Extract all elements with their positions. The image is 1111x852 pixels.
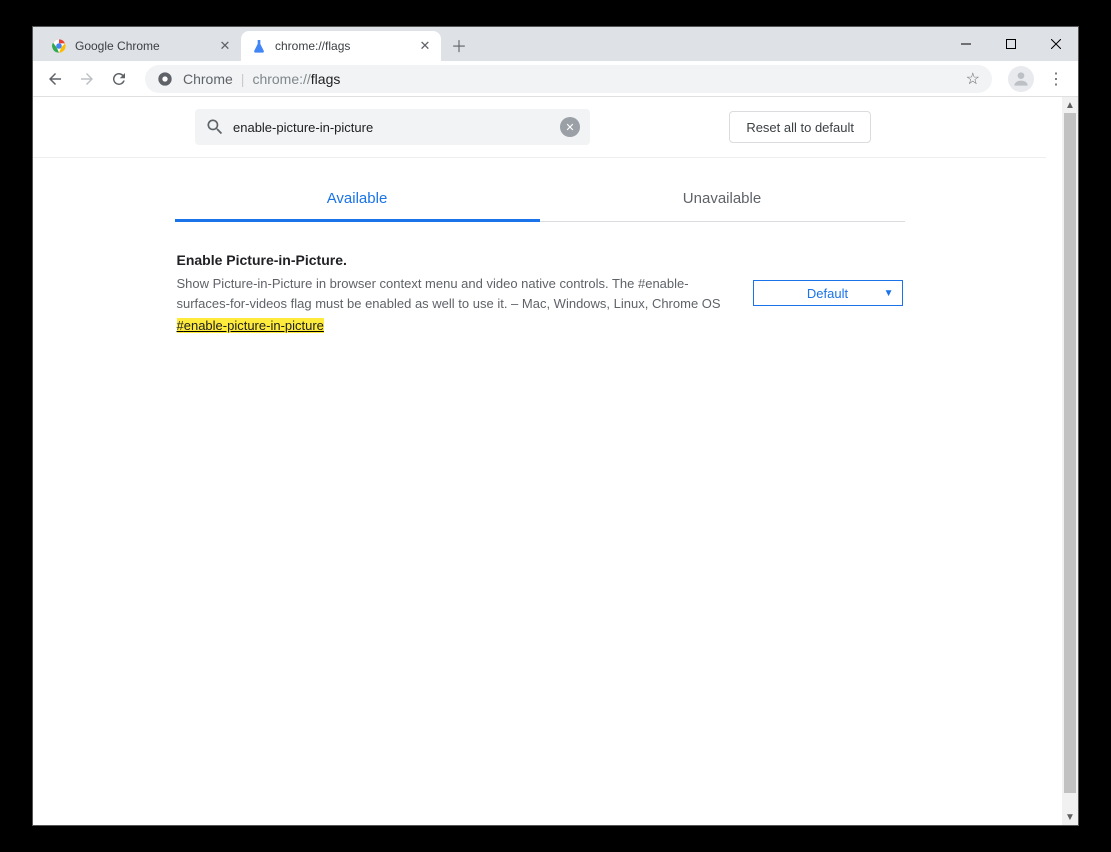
reload-button[interactable] <box>105 65 133 93</box>
scrollbar[interactable]: ▲ ▼ <box>1062 97 1078 825</box>
forward-button[interactable] <box>73 65 101 93</box>
flags-tabs: Available Unavailable <box>175 178 905 222</box>
maximize-button[interactable] <box>988 27 1033 61</box>
bookmark-star-icon[interactable]: ☆ <box>966 69 980 89</box>
tab-available[interactable]: Available <box>175 178 540 221</box>
experiment-info: Enable Picture-in-Picture. Show Picture-… <box>177 252 729 335</box>
tab-unavailable[interactable]: Unavailable <box>540 178 905 221</box>
url-separator: | <box>241 71 245 87</box>
profile-avatar[interactable] <box>1008 66 1034 92</box>
chevron-down-icon: ▼ <box>884 288 894 299</box>
experiment-permalink[interactable]: #enable-picture-in-picture <box>177 318 324 333</box>
address-bar[interactable]: Chrome | chrome://flags ☆ <box>145 65 992 93</box>
back-button[interactable] <box>41 65 69 93</box>
url-scheme: chrome:// <box>252 71 310 87</box>
url-origin-label: Chrome <box>183 71 233 87</box>
search-icon <box>205 117 225 137</box>
scroll-up-arrow[interactable]: ▲ <box>1062 97 1078 113</box>
url-page: flags <box>311 71 341 87</box>
flags-header: ✕ Reset all to default <box>33 97 1046 158</box>
flags-search-input[interactable] <box>233 120 560 135</box>
close-icon[interactable]: ✕ <box>217 38 233 54</box>
flags-body: Available Unavailable Enable Picture-in-… <box>175 158 905 335</box>
flags-search[interactable]: ✕ <box>195 109 590 145</box>
minimize-button[interactable] <box>943 27 988 61</box>
chrome-security-icon <box>157 71 173 87</box>
chrome-icon <box>51 38 67 54</box>
experiment-select[interactable]: Default ▼ <box>753 280 903 306</box>
titlebar: Google Chrome ✕ chrome://flags ✕ ＋ <box>33 27 1078 61</box>
page-content: ✕ Reset all to default Available Unavail… <box>33 97 1078 825</box>
scrollbar-thumb[interactable] <box>1064 113 1076 793</box>
select-value: Default <box>807 286 848 301</box>
new-tab-button[interactable]: ＋ <box>445 31 473 59</box>
reset-all-button[interactable]: Reset all to default <box>729 111 871 143</box>
experiment-row: Enable Picture-in-Picture. Show Picture-… <box>175 252 905 335</box>
kebab-menu-icon[interactable]: ⋮ <box>1042 65 1070 93</box>
clear-search-icon[interactable]: ✕ <box>560 117 580 137</box>
close-icon[interactable]: ✕ <box>417 38 433 54</box>
tab-title: chrome://flags <box>275 39 417 53</box>
toolbar: Chrome | chrome://flags ☆ ⋮ <box>33 61 1078 97</box>
tab-title: Google Chrome <box>75 39 217 53</box>
browser-window: Google Chrome ✕ chrome://flags ✕ ＋ <box>32 26 1079 826</box>
flask-icon <box>251 38 267 54</box>
tabs-area: Google Chrome ✕ chrome://flags ✕ ＋ <box>33 27 1078 61</box>
experiment-description: Show Picture-in-Picture in browser conte… <box>177 274 729 313</box>
close-window-button[interactable] <box>1033 27 1078 61</box>
scroll-down-arrow[interactable]: ▼ <box>1062 809 1078 825</box>
experiment-control: Default ▼ <box>753 252 903 335</box>
tab-google-chrome[interactable]: Google Chrome ✕ <box>41 31 241 61</box>
experiment-title: Enable Picture-in-Picture. <box>177 252 729 268</box>
tab-chrome-flags[interactable]: chrome://flags ✕ <box>241 31 441 61</box>
window-controls <box>943 27 1078 61</box>
